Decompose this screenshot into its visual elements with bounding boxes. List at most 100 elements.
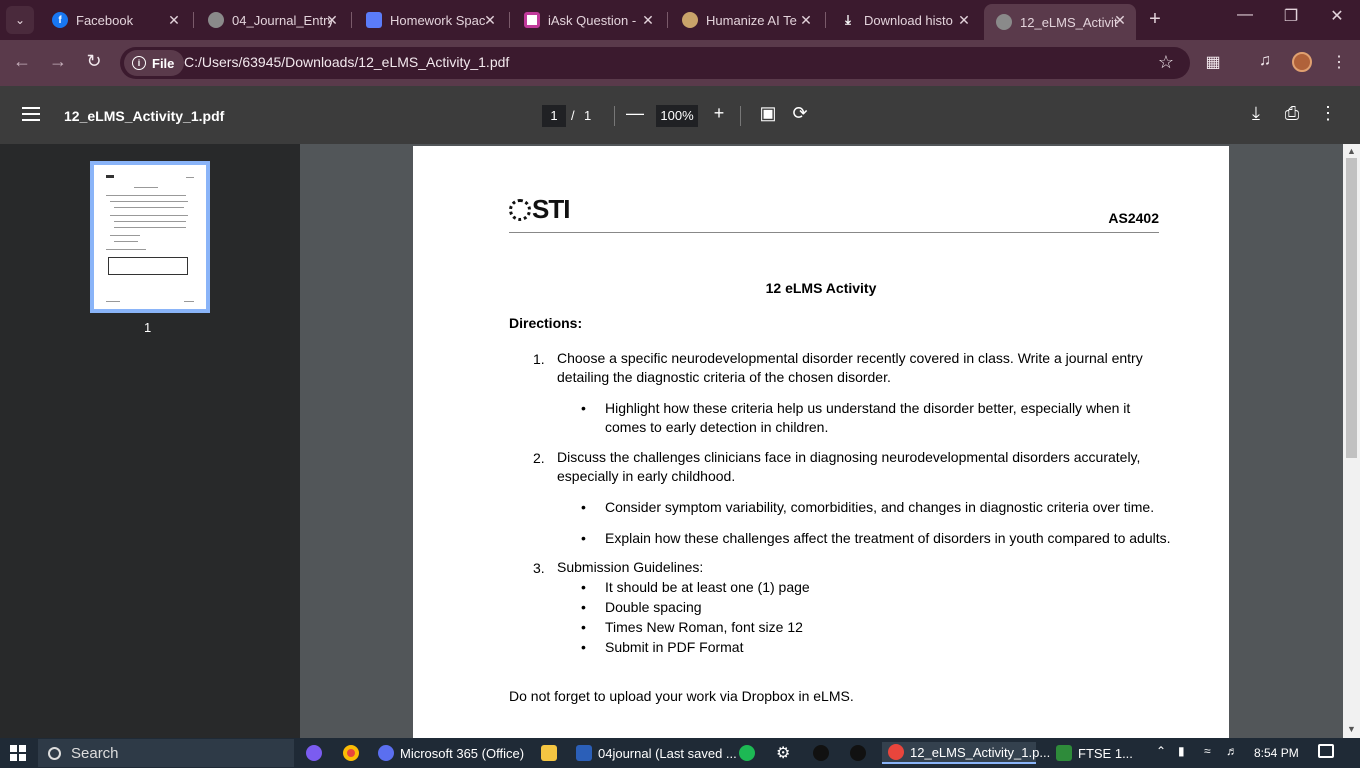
close-icon[interactable]: ✕ [482, 12, 498, 29]
bullet-icon: • [581, 639, 586, 655]
windows-taskbar: Search Microsoft 365 (Office) 04journal … [0, 738, 1360, 768]
close-icon[interactable]: ✕ [166, 12, 182, 29]
pdf-viewport[interactable]: STI AS2402 12 eLMS Activity Directions: … [300, 144, 1343, 738]
tab-label: 04_Journal_Entry [232, 12, 332, 28]
facebook-icon: f [52, 12, 68, 28]
rotate-icon[interactable]: ⟳ [789, 103, 811, 124]
tab-label: Homework Spac [390, 12, 486, 28]
tab-journal-entry[interactable]: 04_Journal_Entry ✕ [196, 4, 348, 36]
spotify-icon[interactable] [739, 742, 761, 764]
list-item: Discuss the challenges clinicians face i… [557, 449, 1141, 484]
scroll-thumb[interactable] [1346, 158, 1357, 458]
fit-page-icon[interactable]: ▣ [757, 103, 779, 124]
bullet-icon: • [581, 499, 586, 515]
tab-humanize[interactable]: Humanize AI Te ✕ [670, 4, 822, 36]
globe-icon [996, 14, 1012, 30]
close-icon[interactable]: ✕ [324, 12, 340, 29]
toolbar-divider [740, 106, 741, 126]
tab-elms-activity[interactable]: 12_eLMS_Activit ✕ [984, 4, 1136, 40]
header-rule [509, 232, 1159, 233]
tab-label: Download histo [864, 12, 953, 28]
tab-strip: ⌄ f Facebook ✕ 04_Journal_Entry ✕ Homewo… [0, 0, 1360, 40]
restore-button[interactable]: ❐ [1276, 6, 1306, 26]
forward-button[interactable]: → [46, 51, 70, 72]
new-tab-button[interactable]: + [1144, 8, 1166, 31]
address-bar[interactable]: i File C:/Users/63945/Downloads/12_eLMS_… [120, 47, 1190, 79]
minimize-button[interactable]: — [1230, 6, 1260, 24]
page-number-input[interactable]: 1 [542, 105, 566, 127]
item-number: 2. [533, 450, 545, 466]
print-icon[interactable]: ⎙ [1281, 103, 1303, 124]
chevron-up-icon[interactable]: ⌃ [1156, 744, 1166, 758]
close-icon[interactable]: ✕ [956, 12, 972, 29]
taskbar-app-chrome-pdf[interactable]: 12_eLMS_Activity_1.p... [882, 742, 1050, 764]
item-number: 1. [533, 351, 545, 367]
sti-logo: STI [509, 194, 570, 225]
scroll-up-icon[interactable]: ▲ [1347, 146, 1356, 156]
taskbar-clock[interactable]: 8:54 PM [1254, 746, 1299, 760]
taskbar-app-ftse[interactable]: FTSE 1... [1056, 742, 1133, 764]
humanize-icon [682, 12, 698, 28]
taskbar-search[interactable]: Search [38, 739, 294, 767]
download-icon: ⤓ [845, 12, 851, 27]
bullet-icon: • [581, 530, 586, 546]
menu-kebab-icon[interactable]: ⋮ [1328, 52, 1350, 72]
tab-divider [825, 12, 826, 28]
tab-homework[interactable]: Homework Spac ✕ [354, 4, 506, 36]
tiktok-icon[interactable] [813, 742, 835, 764]
bullet-item: Double spacing [605, 599, 702, 615]
close-icon[interactable]: ✕ [798, 12, 814, 29]
vertical-scrollbar[interactable]: ▲ ▼ [1343, 144, 1360, 738]
directions-heading: Directions: [509, 315, 583, 331]
more-options-icon[interactable]: ⋮ [1317, 103, 1339, 124]
pdf-file-name: 12_eLMS_Activity_1.pdf [64, 108, 225, 124]
menu-icon[interactable] [22, 107, 40, 121]
reload-button[interactable]: ↻ [82, 51, 106, 72]
close-window-button[interactable]: ✕ [1322, 6, 1352, 26]
zoom-out-button[interactable]: — [624, 103, 646, 124]
notification-icon[interactable] [1318, 744, 1334, 758]
extensions-icon[interactable]: ▦ [1202, 52, 1224, 72]
zoom-in-button[interactable]: + [708, 103, 730, 124]
close-icon[interactable]: ✕ [1112, 12, 1128, 29]
copilot-icon[interactable] [306, 742, 328, 764]
total-pages: 1 [584, 108, 592, 123]
windows-start-icon[interactable] [10, 745, 26, 761]
pdf-toolbar: 12_eLMS_Activity_1.pdf 1 / 1 — 100% + ▣ … [0, 86, 1360, 144]
back-button[interactable]: ← [10, 51, 34, 72]
site-info-chip[interactable]: i File [124, 50, 185, 76]
search-icon [48, 746, 61, 760]
bullet-item: Explain how these challenges affect the … [605, 530, 1171, 546]
tiktok-icon[interactable] [850, 742, 872, 764]
scroll-down-icon[interactable]: ▼ [1347, 724, 1356, 734]
settings-icon[interactable]: ⚙ [776, 742, 790, 764]
close-icon[interactable]: ✕ [640, 12, 656, 29]
tab-label: 12_eLMS_Activit [1020, 14, 1118, 30]
tab-iask[interactable]: iAsk Question - ✕ [512, 4, 664, 36]
zoom-input[interactable]: 100% [656, 105, 698, 127]
bookmark-star-icon[interactable]: ☆ [1158, 52, 1174, 73]
toolbar-divider [614, 106, 615, 126]
thumbnail-sidebar: 1 [0, 144, 300, 738]
page-thumbnail[interactable] [90, 161, 210, 313]
word-icon [576, 745, 592, 761]
profile-avatar[interactable] [1292, 52, 1312, 72]
tab-divider [193, 12, 194, 28]
tab-facebook[interactable]: f Facebook ✕ [40, 4, 190, 36]
wifi-icon[interactable]: ≈ [1204, 744, 1211, 758]
taskbar-app-m365[interactable]: Microsoft 365 (Office) [378, 742, 524, 764]
footer-note: Do not forget to upload your work via Dr… [509, 688, 854, 704]
bullet-item: Consider symptom variability, comorbidit… [605, 499, 1155, 515]
browser-toolbar: ← → ↻ i File C:/Users/63945/Downloads/12… [0, 40, 1360, 86]
url-text[interactable]: C:/Users/63945/Downloads/12_eLMS_Activit… [184, 54, 509, 70]
m365-icon [378, 745, 394, 761]
file-explorer-icon[interactable] [541, 742, 563, 764]
tab-download-history[interactable]: ⤓ Download histo ✕ [828, 4, 980, 36]
taskbar-app-word[interactable]: 04journal (Last saved ... [576, 742, 737, 764]
media-control-icon[interactable]: ♫ [1254, 52, 1276, 70]
download-icon[interactable]: ⤓ [1245, 103, 1267, 124]
chrome-icon[interactable] [343, 742, 365, 764]
tab-search-button[interactable]: ⌄ [6, 6, 34, 34]
volume-icon[interactable]: ♬ [1226, 744, 1238, 758]
battery-icon[interactable]: ▮ [1178, 744, 1185, 758]
